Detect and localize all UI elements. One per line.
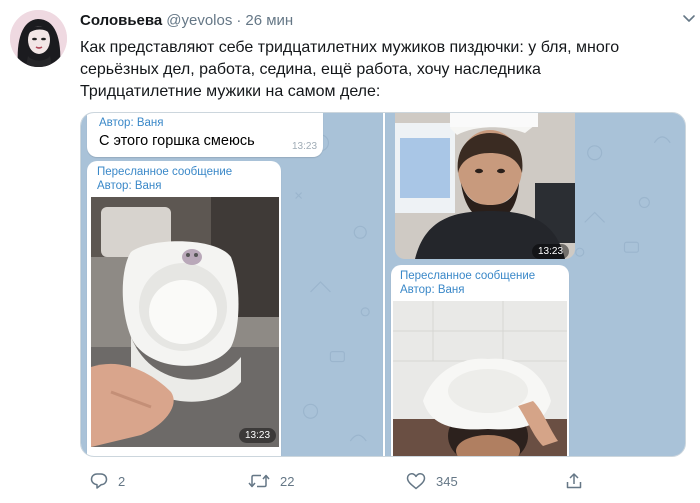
message-bubble[interactable]: Автор: Ваня С этого горшка смеюсь 13:23 [87, 113, 323, 157]
tweet-actions: 2 22 345 [80, 468, 695, 494]
tweet-text-line: Тридцатилетние мужики на самом деле: [80, 83, 381, 100]
chevron-down-icon[interactable] [682, 14, 696, 24]
media-image-left[interactable]: Автор: Ваня С этого горшка смеюсь 13:23 … [81, 113, 383, 456]
photo-message-bubble[interactable]: Пересланное сообщение Автор: Ваня [391, 265, 569, 456]
user-handle[interactable]: @yevolos [166, 12, 232, 29]
retweet-icon [248, 474, 270, 488]
media-image-right[interactable]: 13:23 Пересланное сообщение Автор: Ваня [385, 113, 685, 456]
message-author: Автор: Ваня [97, 180, 162, 192]
avatar[interactable] [10, 10, 67, 67]
like-count: 345 [436, 473, 458, 489]
tweet-timestamp[interactable]: 26 мин [245, 12, 293, 29]
forwarded-label: Пересланное сообщение [400, 270, 536, 282]
forwarded-label: Пересланное сообщение [97, 166, 233, 178]
tweet-media[interactable]: Автор: Ваня С этого горшка смеюсь 13:23 … [80, 112, 686, 457]
man-cap-photo[interactable] [395, 113, 575, 259]
photo-time: 13:23 [239, 428, 277, 443]
message-time: 13:23 [292, 141, 318, 152]
tweet-text-line: серьёзных дел, работа, седина, ещё работ… [80, 61, 541, 78]
potty-photo[interactable] [91, 197, 279, 447]
photo-time: 13:23 [532, 244, 570, 259]
display-name[interactable]: Соловьева [80, 12, 162, 29]
share-icon [566, 473, 582, 489]
message-text: С этого горшка смеюсь [99, 133, 255, 149]
man-potty-hat-photo[interactable] [393, 301, 567, 456]
tweet-header: Соловьева @yevolos · 26 мин [80, 11, 293, 31]
photo-message-bubble[interactable]: Пересланное сообщение Автор: Ваня [87, 161, 281, 456]
tweet-text: Как представляют себе тридцатилетних муж… [80, 37, 695, 103]
like-icon [406, 473, 426, 490]
message-author: Автор: Ваня [400, 284, 465, 296]
message-author: Автор: Ваня [99, 117, 164, 129]
retweet-count: 22 [280, 473, 295, 489]
reply-button[interactable]: 2 [90, 468, 125, 494]
separator-dot: · [236, 12, 242, 29]
share-button[interactable] [565, 468, 583, 494]
retweet-button[interactable]: 22 [248, 468, 294, 494]
tweet-text-line: Как представляют себе тридцатилетних муж… [80, 39, 620, 56]
reply-count: 2 [118, 473, 126, 489]
reply-icon [90, 473, 108, 489]
like-button[interactable]: 345 [406, 468, 458, 494]
